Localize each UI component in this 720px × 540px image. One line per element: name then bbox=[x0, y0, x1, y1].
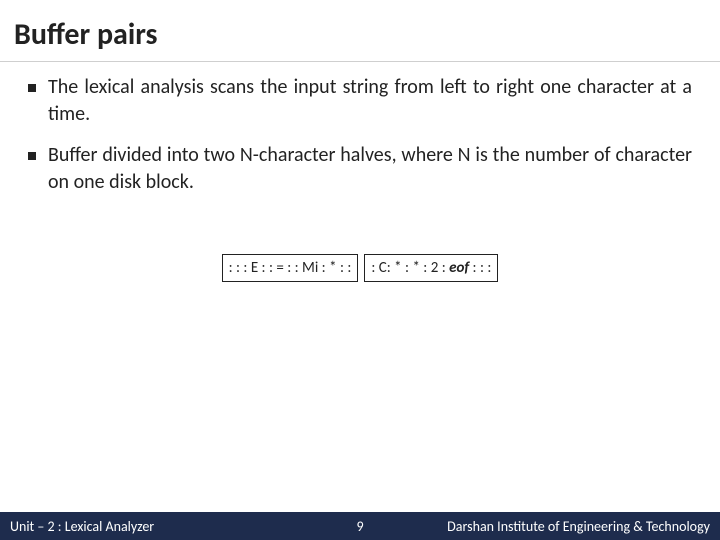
footer-unit-label: Unit – 2 : Lexical Analyzer bbox=[0, 518, 154, 535]
bullet-item: The lexical analysis scans the input str… bbox=[28, 74, 692, 128]
content-area: The lexical analysis scans the input str… bbox=[0, 62, 720, 282]
buffer-right-prefix: : C: * : * : 2 : bbox=[371, 259, 449, 277]
bullet-marker-icon bbox=[28, 152, 36, 160]
buffer-right-suffix: : : : bbox=[469, 259, 491, 277]
slide-title: Buffer pairs bbox=[0, 0, 720, 62]
bullet-marker-icon bbox=[28, 84, 36, 92]
buffer-left-half: : : : E : : = : : Mi : * : : bbox=[222, 254, 359, 282]
footer-bar: Unit – 2 : Lexical Analyzer 9 Darshan In… bbox=[0, 512, 720, 540]
buffer-right-half: : C: * : * : 2 : eof : : : bbox=[364, 254, 498, 282]
bullet-item: Buffer divided into two N-character halv… bbox=[28, 142, 692, 196]
buffer-eof: eof bbox=[449, 259, 469, 277]
buffer-diagram: : : : E : : = : : Mi : * : : : C: * : * … bbox=[28, 254, 692, 282]
slide: Buffer pairs The lexical analysis scans … bbox=[0, 0, 720, 540]
bullet-text: The lexical analysis scans the input str… bbox=[48, 74, 692, 128]
bullet-text: Buffer divided into two N-character halv… bbox=[48, 142, 692, 196]
footer-page-number: 9 bbox=[356, 518, 363, 535]
footer-institute: Darshan Institute of Engineering & Techn… bbox=[447, 518, 720, 535]
